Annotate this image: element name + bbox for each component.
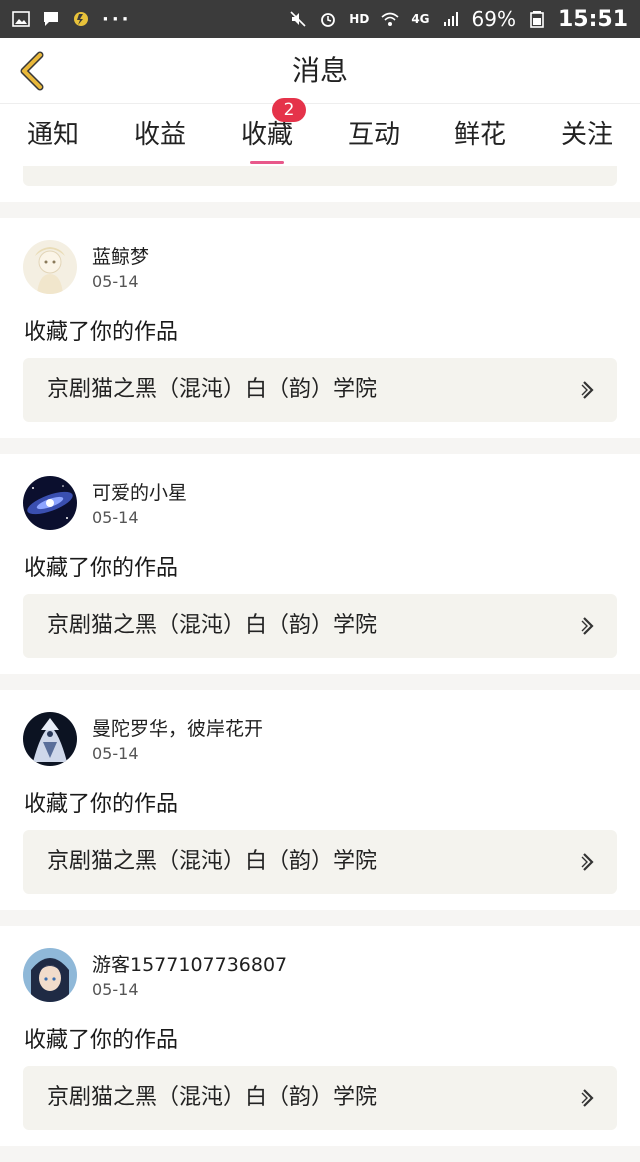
tab-label: 互动 [347,120,400,150]
work-title: 京剧猫之黑（混沌）白（韵）学院 [47,1085,378,1110]
tab-label: 收益 [133,120,186,150]
message-icon [42,10,60,28]
tab-label: 鲜花 [453,120,506,150]
work-link[interactable]: 京剧猫之黑（混沌）白（韵）学院 [23,830,617,894]
avatar[interactable] [23,712,77,766]
message-list: 蓝鲸梦 05-14 收藏了你的作品 京剧猫之黑（混沌）白（韵）学院 可爱的小星 … [0,218,640,1162]
tab-earnings[interactable]: 收益 [107,104,213,166]
avatar[interactable] [23,476,77,530]
tab-follow[interactable]: 关注 [534,104,640,166]
tab-favorites[interactable]: 收藏 2 [214,98,320,166]
username[interactable]: 曼陀罗华，彼岸花开 [92,714,263,741]
wifi-icon [381,10,399,28]
tab-bar: 通知 收益 收藏 2 互动 鲜花 关注 [0,98,640,166]
page-title: 消息 [291,54,348,87]
gallery-icon [12,10,30,28]
tab-flowers[interactable]: 鲜花 [427,104,533,166]
alarm-icon [319,10,337,28]
action-text: 收藏了你的作品 [24,556,179,581]
network-type: 4G [411,12,430,26]
clock: 15:51 [557,6,628,32]
work-link[interactable]: 京剧猫之黑（混沌）白（韵）学院 [23,1066,617,1130]
tab-label: 通知 [26,120,79,150]
unread-badge: 2 [272,98,306,122]
tab-label: 收藏 [240,120,293,150]
work-link[interactable]: 京剧猫之黑（混沌）白（韵）学院 [23,594,617,658]
username[interactable]: 游客1577107736807 [92,950,287,977]
previous-card-partial [0,166,640,202]
timestamp: 05-14 [92,744,139,763]
list-item: 曼陀罗华，彼岸花开 05-14 收藏了你的作品 京剧猫之黑（混沌）白（韵）学院 [0,690,640,910]
chevron-right-icon [581,380,595,400]
battery-icon [528,10,546,28]
timestamp: 05-14 [92,508,139,527]
action-text: 收藏了你的作品 [24,1028,179,1053]
more-indicator: ··· [102,8,132,30]
tab-label: 关注 [560,120,613,150]
avatar[interactable] [23,948,77,1002]
hd-indicator: HD [349,12,370,26]
work-title: 京剧猫之黑（混沌）白（韵）学院 [47,377,378,402]
timestamp: 05-14 [92,980,139,999]
signal-icon [442,10,460,28]
list-item: 蓝鲸梦 05-14 收藏了你的作品 京剧猫之黑（混沌）白（韵）学院 [0,218,640,438]
action-text: 收藏了你的作品 [24,792,179,817]
app-header: 消息 [0,38,640,104]
list-item: 可爱的小星 05-14 收藏了你的作品 京剧猫之黑（混沌）白（韵）学院 [0,454,640,674]
tab-interaction[interactable]: 互动 [321,104,427,166]
app-icon [72,10,90,28]
work-title: 京剧猫之黑（混沌）白（韵）学院 [47,613,378,638]
work-title: 京剧猫之黑（混沌）白（韵）学院 [47,849,378,874]
chevron-right-icon [581,852,595,872]
chevron-right-icon [581,1088,595,1108]
battery-percent: 69% [471,7,516,31]
timestamp: 05-14 [92,272,139,291]
active-tab-indicator [250,161,284,164]
mute-icon [289,10,307,28]
work-link[interactable]: 京剧猫之黑（混沌）白（韵）学院 [23,358,617,422]
action-text: 收藏了你的作品 [24,320,179,345]
list-item: 游客1577107736807 05-14 收藏了你的作品 京剧猫之黑（混沌）白… [0,926,640,1146]
status-bar: ··· HD 4G 69% 15:51 [0,0,640,38]
previous-work-row[interactable] [23,166,617,186]
chevron-right-icon [581,616,595,636]
avatar[interactable] [23,240,77,294]
username[interactable]: 蓝鲸梦 [92,242,149,269]
username[interactable]: 可爱的小星 [92,478,187,505]
tab-notice[interactable]: 通知 [0,104,106,166]
